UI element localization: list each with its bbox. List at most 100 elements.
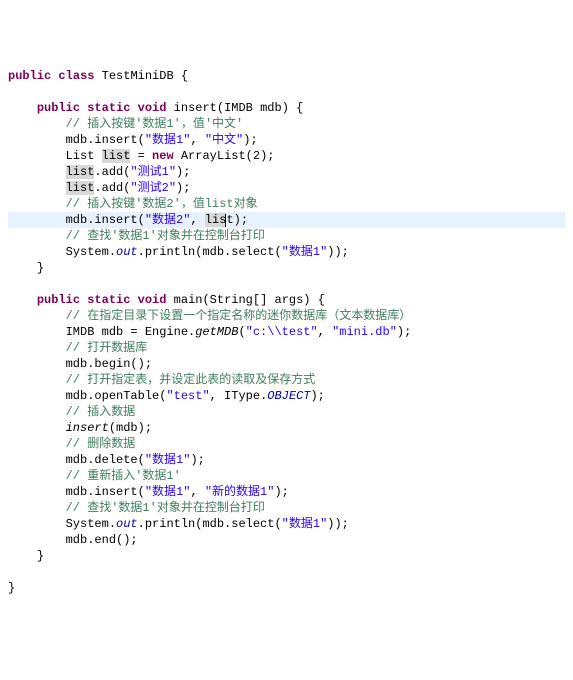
text: mdb.delete(	[66, 453, 145, 467]
text: ,	[190, 213, 204, 227]
text: }	[37, 261, 44, 275]
comment: // 插入按键'数据1'，值'中文'	[66, 117, 244, 131]
code-line: // 查找'数据1'对象并在控制台打印	[8, 229, 265, 243]
string: "数据1"	[282, 245, 328, 259]
highlight-occurrence: lis	[205, 213, 227, 227]
indent	[8, 437, 66, 451]
highlight-occurrence: list	[102, 149, 131, 163]
string: "测试2"	[130, 181, 176, 195]
text: System.	[66, 517, 116, 531]
text: main(String[] args) {	[174, 293, 325, 307]
highlight-occurrence: list	[66, 181, 95, 195]
indent	[8, 357, 66, 371]
code-line: }	[8, 581, 15, 595]
field-ref: out	[116, 245, 138, 259]
indent	[8, 133, 66, 147]
text: }	[8, 581, 15, 595]
text: List	[66, 149, 102, 163]
text: mdb.insert(	[66, 213, 145, 227]
code-editor[interactable]: public class TestMiniDB { public static …	[8, 68, 565, 596]
text: .add(	[94, 181, 130, 195]
text: mdb.begin();	[66, 357, 152, 371]
indent	[8, 117, 66, 131]
comment: // 插入按键'数据2'，值list对象	[66, 197, 258, 211]
indent	[8, 165, 66, 179]
string: "mini.db"	[332, 325, 397, 339]
highlight-occurrence: list	[66, 165, 95, 179]
method-ref: getMDB	[195, 325, 238, 339]
keyword: void	[138, 101, 167, 115]
text: System.	[66, 245, 116, 259]
caret-icon	[225, 214, 226, 227]
string: "c:\\test"	[246, 325, 318, 339]
text: );	[176, 181, 190, 195]
string: "中文"	[205, 133, 243, 147]
text: mdb.insert(	[66, 133, 145, 147]
comment: // 查找'数据1'对象并在控制台打印	[66, 229, 265, 243]
comment: // 打开指定表，并设定此表的读取及保存方式	[66, 373, 316, 387]
indent	[8, 453, 66, 467]
text: ));	[327, 517, 349, 531]
keyword: void	[138, 293, 167, 307]
string: "数据1"	[145, 485, 191, 499]
text: );	[176, 165, 190, 179]
text: ,	[190, 485, 204, 499]
indent	[8, 373, 66, 387]
indent	[8, 421, 66, 435]
indent	[8, 325, 66, 339]
comment: // 插入数据	[66, 405, 136, 419]
keyword: new	[152, 149, 174, 163]
text: , IType.	[210, 389, 268, 403]
indent	[8, 405, 66, 419]
comment: // 打开数据库	[66, 341, 148, 355]
code-line: insert(mdb);	[8, 421, 152, 435]
text: );	[274, 485, 288, 499]
keyword: public	[37, 101, 80, 115]
comment: // 删除数据	[66, 437, 136, 451]
code-line: // 打开指定表，并设定此表的读取及保存方式	[8, 373, 315, 387]
code-line: System.out.println(mdb.select("数据1"));	[8, 245, 349, 259]
code-line: // 插入按键'数据2'，值list对象	[8, 197, 258, 211]
text: ,	[190, 133, 204, 147]
indent	[8, 533, 66, 547]
indent	[8, 197, 66, 211]
string: "数据1"	[145, 133, 191, 147]
string: "数据1"	[282, 517, 328, 531]
indent	[8, 229, 66, 243]
text: );	[310, 389, 324, 403]
code-line: mdb.end();	[8, 533, 138, 547]
indent	[8, 485, 66, 499]
keyword: public	[37, 293, 80, 307]
comment: // 查找'数据1'对象并在控制台打印	[66, 501, 265, 515]
indent	[8, 309, 66, 323]
text: );	[234, 213, 248, 227]
text: .add(	[94, 165, 130, 179]
code-line: IMDB mdb = Engine.getMDB("c:\\test", "mi…	[8, 325, 411, 339]
indent	[8, 469, 66, 483]
indent	[8, 517, 66, 531]
indent	[8, 501, 66, 515]
string: "数据1"	[145, 453, 191, 467]
text: IMDB mdb = Engine.	[66, 325, 196, 339]
indent	[8, 341, 66, 355]
string: "数据2"	[145, 213, 191, 227]
code-line: List list = new ArrayList(2);	[8, 149, 274, 163]
string: "测试1"	[130, 165, 176, 179]
code-line: public static void insert(IMDB mdb) {	[8, 101, 303, 115]
indent	[8, 149, 66, 163]
text: TestMiniDB {	[102, 69, 188, 83]
indent	[8, 389, 66, 403]
current-line: mdb.insert("数据2", list);	[8, 212, 565, 228]
code-line: // 删除数据	[8, 437, 135, 451]
text: mdb.insert(	[66, 485, 145, 499]
code-line: System.out.println(mdb.select("数据1"));	[8, 517, 349, 531]
code-line: // 打开数据库	[8, 341, 147, 355]
code-line: public static void main(String[] args) {	[8, 293, 325, 307]
code-line: list.add("测试2");	[8, 181, 190, 195]
text: .println(mdb.select(	[138, 517, 282, 531]
text: );	[190, 453, 204, 467]
code-line: // 插入按键'数据1'，值'中文'	[8, 117, 243, 131]
text: (	[238, 325, 245, 339]
code-line: }	[8, 261, 44, 275]
comment: // 重新插入'数据1'	[66, 469, 181, 483]
